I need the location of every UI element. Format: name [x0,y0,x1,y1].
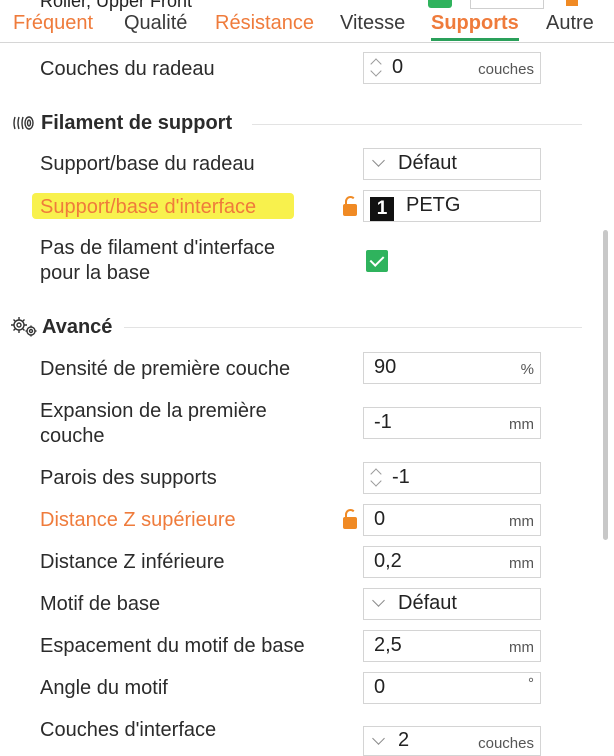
raft-base-select[interactable]: Défaut [363,148,541,180]
base-pattern-spacing-value: 2,5 [374,634,402,656]
bottom-z-distance-label: Distance Z inférieure [40,551,225,573]
filament-spiral-icon [13,116,34,130]
section-advanced-title: Avancé [42,316,113,338]
stepper-icon[interactable] [370,467,382,489]
tab-quality[interactable]: Qualité [124,12,187,35]
first-layer-expansion-unit: mm [509,416,534,433]
top-interface-layers-label: Couches d'interface [40,719,217,741]
support-walls-input[interactable]: -1 [363,462,541,494]
lock-icon[interactable] [343,196,357,216]
filament-index-badge: 1 [370,197,394,221]
first-layer-expansion-value: -1 [374,411,392,433]
support-walls-label: Parois des supports [40,467,217,489]
top-z-distance-input[interactable]: 0 mm [363,504,541,536]
raft-layers-value: 0 [392,56,404,78]
no-interface-base-label-line2: pour la base [40,262,151,284]
chevron-down-icon [372,732,385,745]
tab-other[interactable]: Autre [546,12,594,35]
top-interface-layers-select[interactable]: 2 couches [363,726,541,756]
stepper-icon[interactable] [370,57,382,79]
pattern-angle-input[interactable]: 0 ° [363,672,541,704]
first-layer-expansion-label-line2: couche [40,425,105,447]
first-layer-density-unit: % [520,361,534,378]
tab-frequent[interactable]: Fréquent [13,12,93,35]
section-filament-title: Filament de support [41,112,233,134]
top-z-distance-value: 0 [374,508,386,530]
previous-row-color-swatch[interactable] [566,0,578,6]
base-pattern-spacing-input[interactable]: 2,5 mm [363,630,541,662]
gears-icon [11,317,37,337]
raft-base-value: Défaut [398,152,457,174]
settings-tabs: Fréquent Qualité Résistance Vitesse Supp… [0,8,614,43]
lock-icon[interactable] [343,509,357,529]
base-pattern-label: Motif de base [40,593,161,615]
tab-supports[interactable]: Supports [431,12,519,41]
previous-row-value: 8 [501,0,511,5]
tab-resistance[interactable]: Résistance [215,12,314,35]
base-pattern-spacing-label: Espacement du motif de base [40,635,305,657]
first-layer-density-label: Densité de première couche [40,358,291,380]
first-layer-expansion-input[interactable]: -1 mm [363,407,541,439]
no-interface-base-checkbox[interactable] [366,250,388,272]
raft-layers-unit: couches [478,61,534,78]
interface-filament-value: PETG [406,194,461,216]
top-interface-layers-value: 2 [398,729,410,751]
pattern-angle-label: Angle du motif [40,677,168,699]
pattern-angle-value: 0 [374,676,386,698]
chevron-down-icon [372,154,385,167]
raft-layers-label: Couches du radeau [40,58,215,80]
bottom-z-distance-input[interactable]: 0,2 mm [363,546,541,578]
bottom-z-distance-value: 0,2 [374,550,402,572]
interface-filament-label: Support/base d'interface [40,196,257,218]
base-pattern-value: Défaut [398,592,457,614]
vertical-scrollbar[interactable] [603,230,608,540]
top-interface-layers-unit: couches [478,735,534,752]
base-pattern-select[interactable]: Défaut [363,588,541,620]
pattern-angle-unit: ° [528,675,534,692]
previous-row-checkbox[interactable] [428,0,452,8]
base-pattern-spacing-unit: mm [509,639,534,656]
section-divider [124,327,582,328]
top-z-distance-unit: mm [509,513,534,530]
section-divider [252,124,582,125]
top-z-distance-label: Distance Z supérieure [40,509,236,531]
first-layer-density-input[interactable]: 90 % [363,352,541,384]
raft-base-label: Support/base du radeau [40,153,255,175]
no-interface-base-label-line1: Pas de filament d'interface [40,237,276,259]
first-layer-expansion-label-line1: Expansion de la première [40,400,267,422]
chevron-down-icon [372,594,385,607]
raft-layers-input[interactable]: 0 couches [363,52,541,84]
first-layer-density-value: 90 [374,356,397,378]
bottom-z-distance-unit: mm [509,555,534,572]
support-walls-value: -1 [392,466,410,488]
tab-speed[interactable]: Vitesse [340,12,405,35]
